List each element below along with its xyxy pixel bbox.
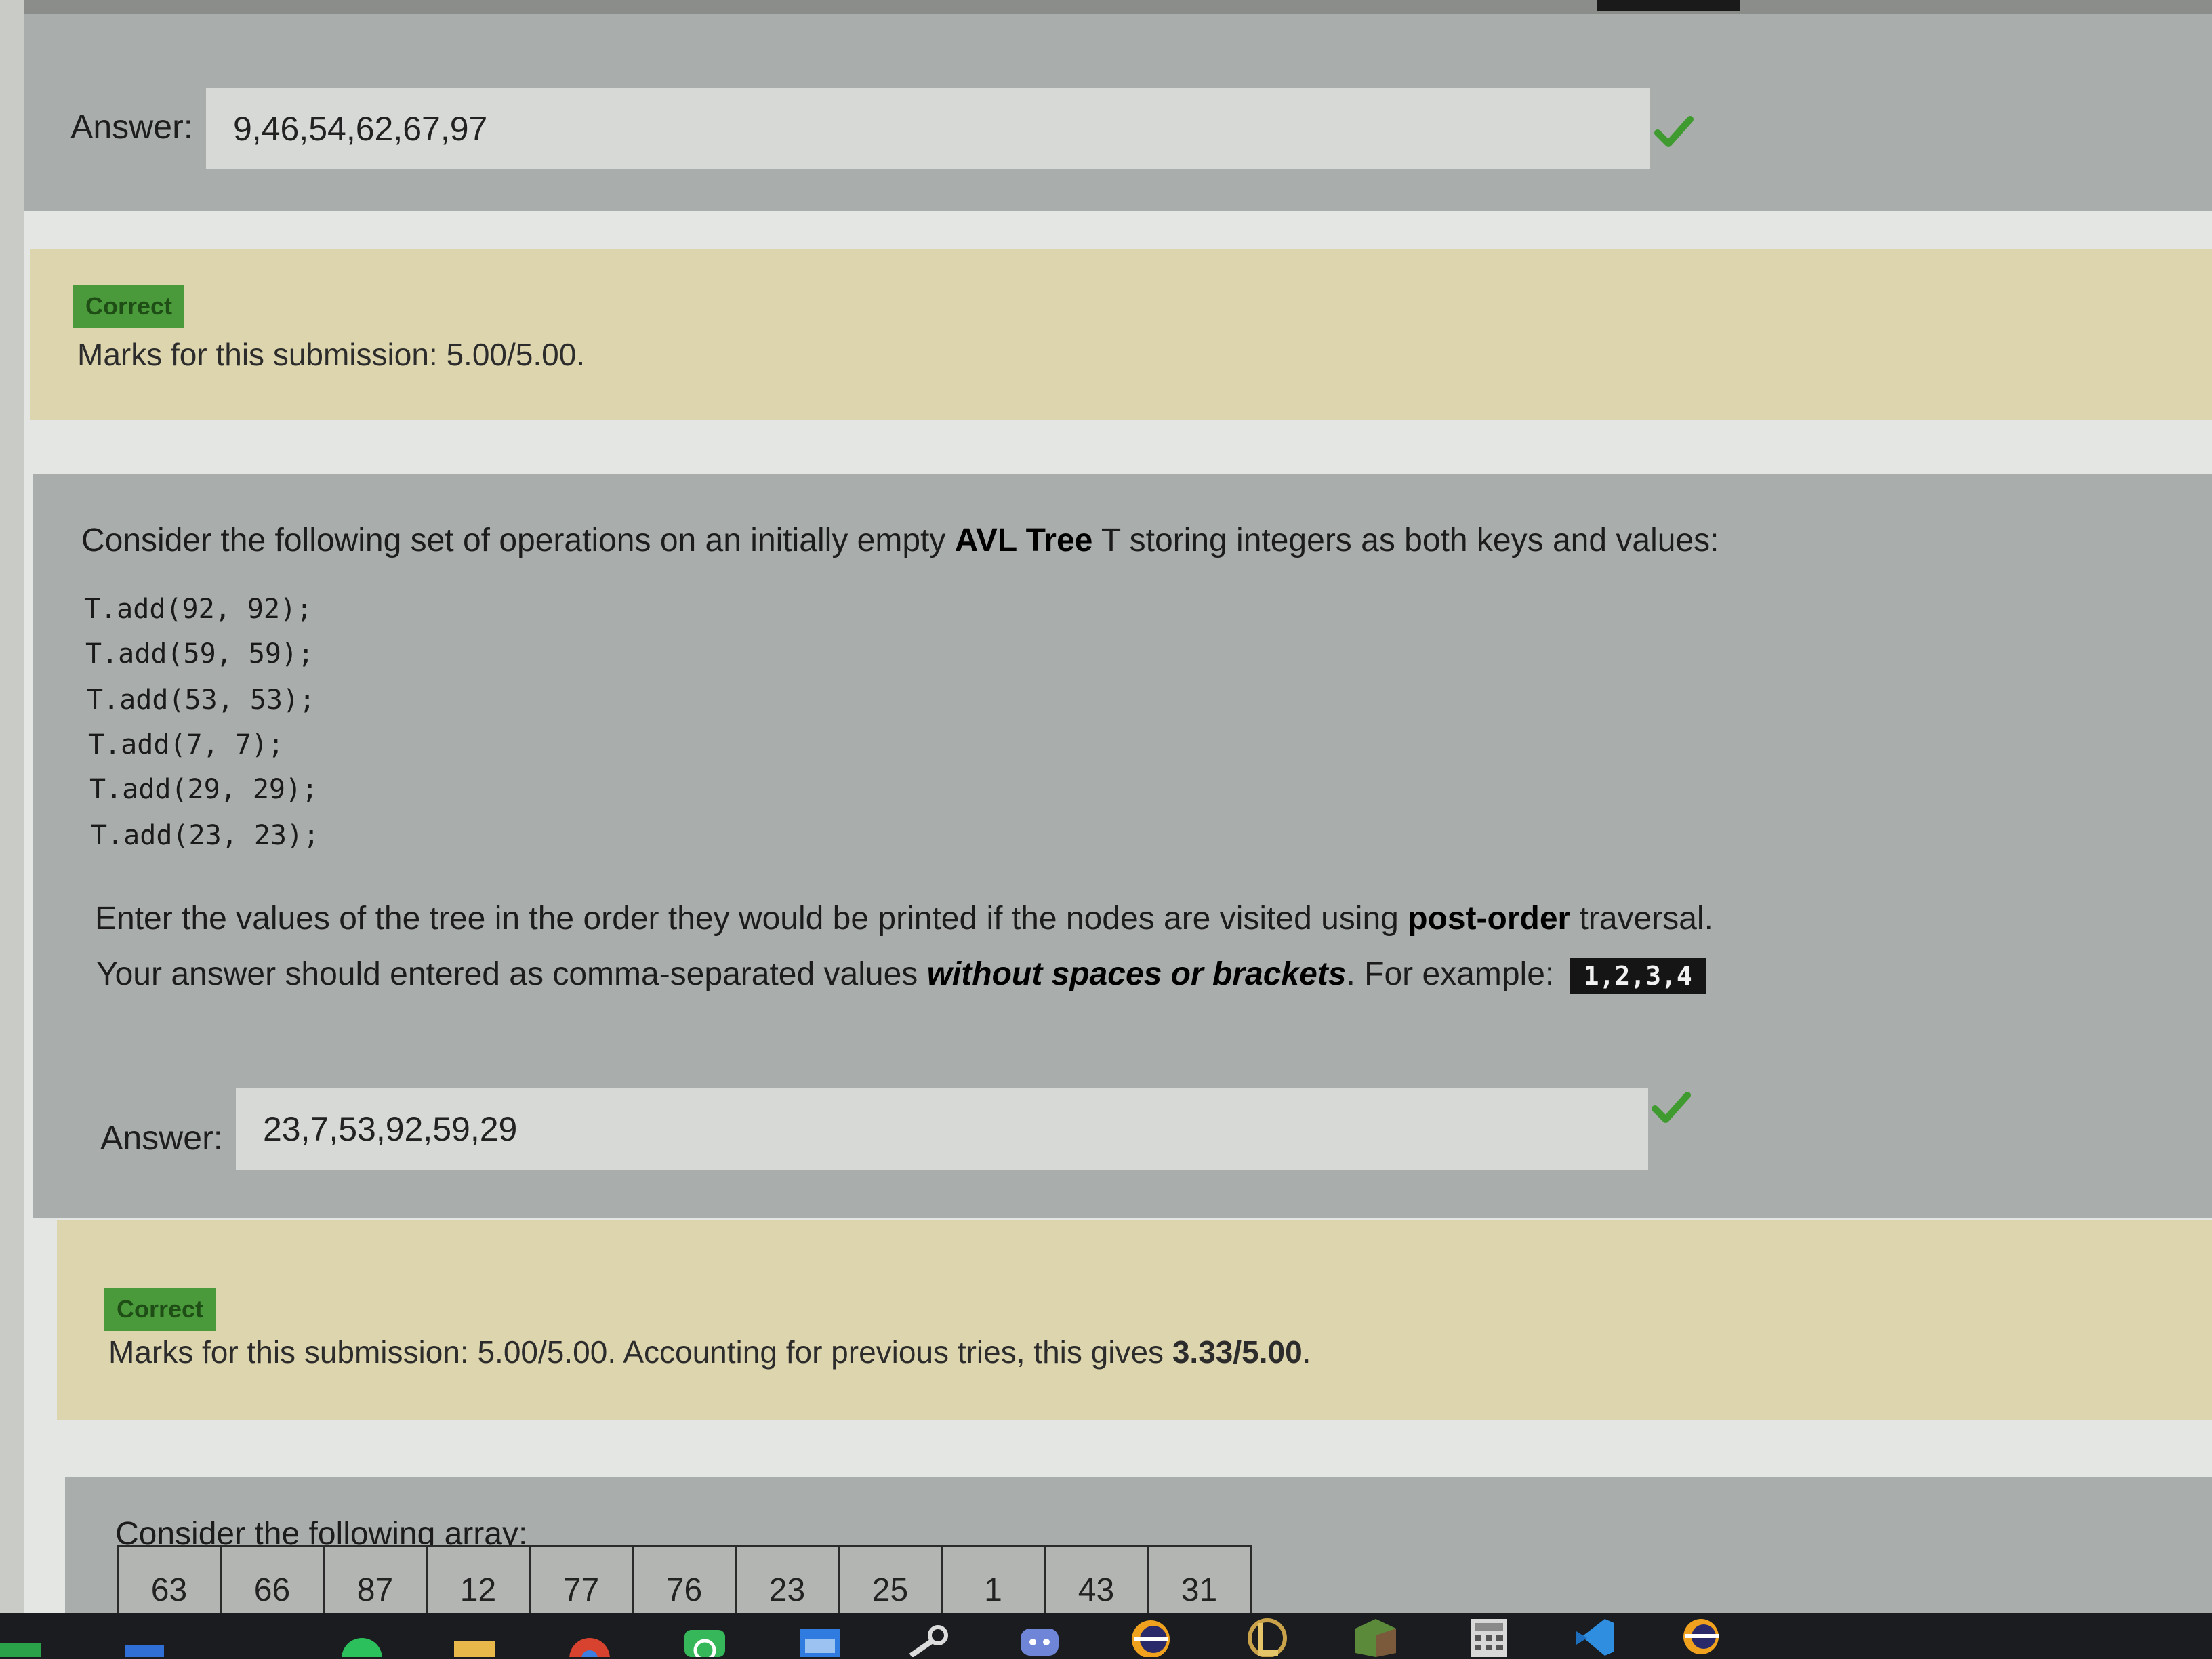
code-line: T.add(59, 59);: [85, 638, 314, 670]
array-cell: 12: [426, 1545, 531, 1622]
post-order-term: post-order: [1408, 901, 1571, 937]
eclipse-icon[interactable]: [1128, 1616, 1174, 1657]
answer-format-hint: Your answer should entered as comma-sepa…: [96, 956, 1706, 994]
whatsapp-icon[interactable]: [682, 1616, 728, 1657]
array-cell: 66: [220, 1545, 325, 1622]
final-score: 3.33/5.00: [1172, 1334, 1303, 1370]
previous-example-code: [1597, 0, 1740, 11]
array-cell: 23: [735, 1545, 840, 1622]
check-icon: [1652, 1092, 1691, 1123]
array-cell: 87: [323, 1545, 428, 1622]
array-cell: 43: [1044, 1545, 1149, 1622]
league-icon[interactable]: [1244, 1616, 1290, 1657]
feedback-box-1: [30, 249, 2212, 420]
answer-label: Answer:: [100, 1119, 223, 1157]
eclipse-alt-icon[interactable]: [1678, 1616, 1724, 1657]
check-icon: [1654, 116, 1694, 147]
previous-question-strip: [0, 0, 2212, 14]
calendar-icon[interactable]: [797, 1616, 843, 1657]
correct-badge: Correct: [73, 285, 185, 328]
feedback-box-2: [57, 1220, 2212, 1420]
marks-text: Marks for this submission: 5.00/5.00. Ac…: [108, 1334, 1311, 1370]
format-emphasis: without spaces or brackets: [926, 956, 1347, 992]
minecraft-icon[interactable]: [1353, 1616, 1399, 1657]
left-gutter: [0, 0, 24, 1626]
correct-badge: Correct: [104, 1288, 216, 1331]
chrome-icon[interactable]: [567, 1616, 613, 1657]
code-line: T.add(29, 29);: [89, 774, 319, 805]
array-cell: 25: [838, 1545, 943, 1622]
start-icon[interactable]: [0, 1616, 46, 1657]
marks-text: Marks for this submission: 5.00/5.00.: [77, 337, 586, 372]
array-cell: 76: [632, 1545, 737, 1622]
answer-input-1[interactable]: 9,46,54,62,67,97: [206, 88, 1650, 169]
array-cell: 77: [529, 1545, 634, 1622]
calculator-icon[interactable]: [1467, 1616, 1513, 1657]
answer-input-2[interactable]: 23,7,53,92,59,29: [236, 1088, 1648, 1170]
avl-tree-term: AVL Tree: [954, 523, 1093, 558]
code-line: T.add(23, 23);: [91, 820, 320, 851]
code-line: T.add(7, 7);: [88, 729, 284, 760]
table-row: 63 66 87 12 77 76 23 25 1 43 31: [117, 1545, 1252, 1622]
windows-icon[interactable]: [122, 1616, 168, 1657]
folder-icon[interactable]: [451, 1616, 497, 1657]
array-cell: 63: [117, 1545, 222, 1622]
question-intro: Consider the following set of operations…: [81, 523, 1719, 558]
discord-icon[interactable]: [1017, 1616, 1063, 1657]
code-line: T.add(53, 53);: [87, 684, 316, 716]
taskbar: [0, 1613, 2212, 1659]
vscode-icon[interactable]: [1572, 1616, 1618, 1657]
question-instruction: Enter the values of the tree in the orde…: [95, 901, 1713, 937]
example-code: 1,2,3,4: [1570, 958, 1706, 994]
answer-label: Answer:: [70, 108, 193, 146]
array-table: 63 66 87 12 77 76 23 25 1 43 31: [117, 1545, 1252, 1622]
steam-icon[interactable]: [908, 1616, 954, 1657]
code-line: T.add(92, 92);: [84, 594, 313, 625]
array-cell: 1: [941, 1545, 1046, 1622]
array-cell: 31: [1147, 1545, 1252, 1622]
spotify-icon[interactable]: [339, 1616, 385, 1657]
